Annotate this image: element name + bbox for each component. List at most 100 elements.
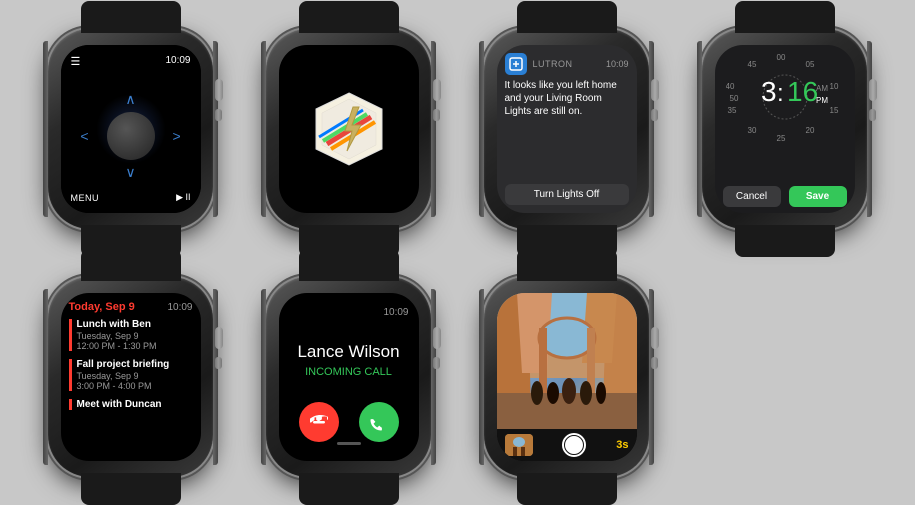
call-status-label: INCOMING CALL (305, 366, 392, 378)
event-date-1: Tuesday, Sep 9 (77, 331, 193, 341)
watches-grid: ☰ 10:09 ∧ < > ∨ (18, 1, 898, 505)
watch-body-6: 10:09 Lance Wilson INCOMING CALL (266, 277, 431, 477)
svg-text:45: 45 (747, 60, 756, 69)
cancel-button[interactable]: Cancel (723, 186, 781, 207)
capture-inner (565, 436, 583, 454)
svg-text:20: 20 (805, 126, 814, 135)
down-arrow-icon[interactable]: ∨ (125, 164, 135, 181)
left-arrow-icon[interactable]: < (80, 128, 88, 144)
time-display-1: 10:09 (165, 55, 190, 66)
svg-text:3: 3 (761, 76, 777, 107)
notif-time: 10:09 (606, 59, 629, 69)
strap-bottom-6 (299, 473, 399, 505)
lutron-icon (505, 53, 527, 75)
strap-top-2 (299, 1, 399, 33)
calendar-today-label: Today, Sep 9 (69, 301, 135, 313)
camera-controls-bar: 3s (497, 429, 637, 461)
capture-button[interactable] (562, 433, 586, 457)
strap-top-4 (735, 1, 835, 33)
crown-1 (215, 79, 223, 101)
strap-bottom-4 (735, 225, 835, 257)
event-date-2: Tuesday, Sep 9 (77, 371, 193, 381)
thumbnail-svg (505, 434, 533, 456)
crown-4 (869, 79, 877, 101)
time-dial[interactable]: 00 05 10 15 20 25 30 35 40 45 50 (726, 51, 844, 143)
svg-text:10: 10 (829, 82, 838, 91)
crown-3 (651, 79, 659, 101)
watch-body-4: 00 05 10 15 20 25 30 35 40 45 50 (702, 29, 867, 229)
lutron-screen: LUTRON 10:09 It looks like you left home… (497, 45, 637, 213)
remote-screen: ☰ 10:09 ∧ < > ∨ (61, 45, 201, 213)
watch-body-2 (266, 29, 431, 229)
notification-header: LUTRON 10:09 (505, 53, 629, 75)
turn-lights-off-button[interactable]: Turn Lights Off (505, 184, 629, 205)
menu-icon: ☰ (71, 55, 81, 68)
watch-calendar: Today, Sep 9 10:09 Lunch with Ben Tuesda… (26, 257, 236, 497)
svg-text:16: 16 (787, 76, 818, 107)
accept-call-button[interactable] (359, 402, 399, 442)
screen-4: 00 05 10 15 20 25 30 35 40 45 50 (715, 45, 855, 213)
menu-label: MENU (71, 193, 100, 203)
badge-screen (279, 45, 419, 213)
crown-small-1 (215, 109, 222, 121)
photo-screen: 3s (497, 293, 637, 461)
crown-6 (433, 327, 441, 349)
screen-3: LUTRON 10:09 It looks like you left home… (497, 45, 637, 213)
svg-text:35: 35 (727, 106, 736, 115)
strap-top-7 (517, 249, 617, 281)
decline-call-button[interactable] (299, 402, 339, 442)
event-time-1: 12:00 PM - 1:30 PM (77, 341, 193, 351)
calendar-event-2[interactable]: Fall project briefing Tuesday, Sep 9 3:0… (69, 359, 193, 391)
timer-label[interactable]: 3s (616, 439, 628, 451)
clock-dial-svg: 00 05 10 15 20 25 30 35 40 45 50 (726, 51, 844, 143)
screen-1: ☰ 10:09 ∧ < > ∨ (61, 45, 201, 213)
svg-text:00: 00 (776, 53, 785, 62)
svg-text:15: 15 (829, 106, 838, 115)
event-time-2: 3:00 PM - 4:00 PM (77, 381, 193, 391)
caller-name: Lance Wilson (297, 342, 399, 362)
event-title-1: Lunch with Ben (77, 319, 193, 331)
strap-bottom-7 (517, 473, 617, 505)
calendar-time: 10:09 (167, 302, 192, 313)
strap-top-3 (517, 1, 617, 33)
lutron-app-name: LUTRON (533, 59, 573, 69)
photo-preview (497, 293, 637, 429)
remote-row-bot: ∨ (125, 164, 135, 181)
svg-text:25: 25 (776, 134, 785, 143)
crown-7 (651, 327, 659, 349)
right-arrow-icon[interactable]: > (173, 128, 181, 144)
remote-center-btn[interactable] (107, 112, 155, 160)
crown-small-6 (433, 357, 440, 369)
watch-body-3: LUTRON 10:09 It looks like you left home… (484, 29, 649, 229)
crown-2 (433, 79, 441, 101)
svg-text:40: 40 (726, 82, 735, 91)
photo-thumbnail[interactable] (505, 434, 533, 456)
event-title-3: Meet with Duncan (77, 399, 193, 410)
phonecall-screen: 10:09 Lance Wilson INCOMING CALL (279, 293, 419, 461)
screen-7: 3s (497, 293, 637, 461)
play-pause-icon[interactable]: ▶ II (176, 192, 190, 203)
notification-body: It looks like you left home and your Liv… (505, 79, 629, 180)
screen-5: Today, Sep 9 10:09 Lunch with Ben Tuesda… (61, 293, 201, 461)
watch-photo: 3s (462, 257, 672, 497)
watch-body-7: 3s (484, 277, 649, 477)
screen-2 (279, 45, 419, 213)
calendar-event-1[interactable]: Lunch with Ben Tuesday, Sep 9 12:00 PM -… (69, 319, 193, 351)
decline-icon (310, 413, 328, 431)
timepicker-screen: 00 05 10 15 20 25 30 35 40 45 50 (715, 45, 855, 213)
svg-text::: : (777, 80, 784, 107)
calendar-event-3[interactable]: Meet with Duncan (69, 399, 193, 410)
watch-timepicker: 00 05 10 15 20 25 30 35 40 45 50 (680, 9, 890, 249)
app-badge-icon (309, 89, 389, 169)
crown-5 (215, 327, 223, 349)
screen-6: 10:09 Lance Wilson INCOMING CALL (279, 293, 419, 461)
up-arrow-icon[interactable]: ∧ (125, 91, 135, 108)
calendar-screen: Today, Sep 9 10:09 Lunch with Ben Tuesda… (61, 293, 201, 461)
save-button[interactable]: Save (789, 186, 847, 207)
remote-row-top: ∧ (125, 91, 135, 108)
crown-small-3 (651, 109, 658, 121)
watch-lutron: LUTRON 10:09 It looks like you left home… (462, 9, 672, 249)
photo-preview-svg (497, 293, 637, 429)
timepicker-buttons: Cancel Save (723, 186, 847, 207)
svg-text:PM: PM (816, 96, 828, 105)
